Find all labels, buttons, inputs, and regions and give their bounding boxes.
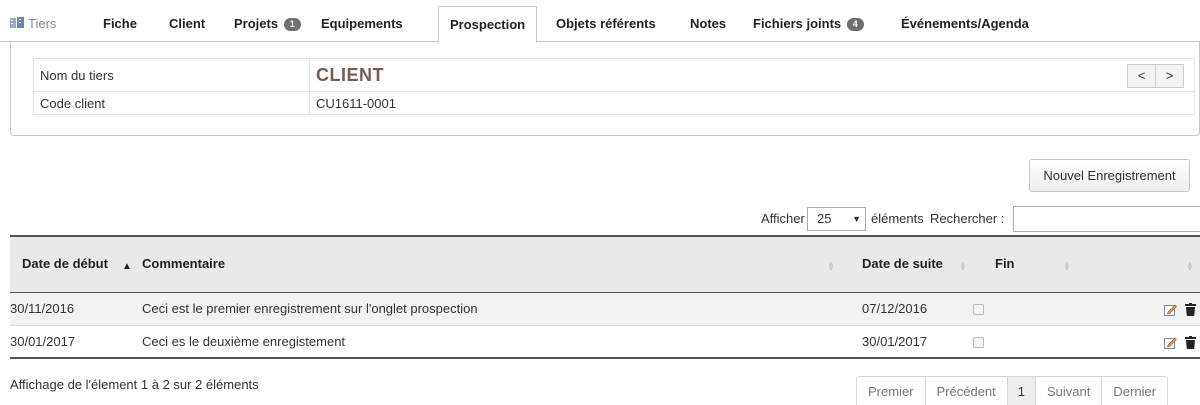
tab-label: Fichiers joints: [753, 16, 842, 31]
thirdparty-info-panel: Nom du tiers CLIENT < > Code client CU16…: [10, 42, 1200, 136]
done-cell: [973, 292, 1082, 326]
next-date-cell: 07/12/2016: [834, 292, 973, 326]
page-length-value: 25: [817, 211, 832, 226]
tab-prospection[interactable]: Prospection: [438, 6, 538, 43]
done-cell: [973, 325, 1082, 359]
col-label: Date de début: [22, 256, 108, 272]
current-page-button[interactable]: 1: [1006, 377, 1036, 405]
col-done[interactable]: Fin ▲ ▼: [973, 235, 1082, 293]
chevron-down-icon: ▼: [852, 214, 861, 224]
tab-label: Objets référents: [556, 16, 656, 31]
items-label: éléments: [871, 211, 924, 226]
table-header-row: Date de début ▲ Commentaire ▲ ▼ Date de …: [10, 235, 1200, 293]
name-label: Nom du tiers: [33, 58, 310, 92]
search-input[interactable]: [1013, 206, 1200, 232]
tab-objets-referents[interactable]: Objets référents: [556, 6, 656, 42]
table-row[interactable]: 30/11/2016 Ceci est le premier enregistr…: [10, 292, 1200, 326]
projets-count-badge: 1: [283, 18, 301, 31]
last-page-button[interactable]: Dernier: [1101, 377, 1168, 405]
tab-label: Equipements: [321, 16, 403, 31]
start-date-cell: 30/11/2016: [10, 292, 120, 326]
first-page-button[interactable]: Premier: [857, 377, 925, 405]
tab-label: Fiche: [103, 16, 137, 31]
next-record-button[interactable]: >: [1155, 64, 1184, 88]
col-actions[interactable]: ▲ ▼: [1082, 235, 1200, 293]
col-label: Commentaire: [142, 256, 226, 272]
tab-fiche[interactable]: Fiche: [103, 6, 137, 42]
sort-icon: ▼: [1186, 264, 1194, 273]
col-label: Fin: [995, 256, 1015, 272]
code-label: Code client: [33, 91, 310, 115]
trash-icon[interactable]: [1185, 335, 1196, 349]
tab-notes[interactable]: Notes: [690, 6, 726, 42]
col-comment[interactable]: Commentaire ▲ ▼: [120, 235, 835, 293]
edit-icon[interactable]: [1164, 336, 1178, 349]
tab-client[interactable]: Client: [169, 6, 205, 42]
actions-cell: [1082, 292, 1200, 326]
thirdparty-info-table: Nom du tiers CLIENT < > Code client CU16…: [33, 58, 1195, 115]
tab-fichiers-joints[interactable]: Fichiers joints 4: [753, 6, 864, 42]
next-date-cell: 30/01/2017: [834, 325, 973, 359]
previous-record-button[interactable]: <: [1127, 64, 1156, 88]
client-code: CU1611-0001: [309, 91, 1195, 115]
tab-bar: Tiers Fiche Client Projets 1 Equipements…: [0, 0, 1200, 43]
tab-label: Projets: [234, 16, 279, 31]
col-label: Date de suite: [862, 256, 943, 272]
tab-evenements-agenda[interactable]: Événements/Agenda: [901, 6, 1029, 42]
name-cell: CLIENT < >: [309, 58, 1195, 92]
comment-cell: Ceci est le premier enregistrement sur l…: [120, 292, 834, 326]
start-date-cell: 30/01/2017: [10, 325, 120, 359]
prospection-table: Date de début ▲ Commentaire ▲ ▼ Date de …: [10, 235, 1200, 359]
fichiers-count-badge: 4: [846, 18, 864, 31]
search-label: Rechercher :: [930, 211, 1005, 226]
done-checkbox[interactable]: [973, 304, 984, 316]
col-start-date[interactable]: Date de début ▲: [10, 235, 132, 293]
tab-label: Tiers: [28, 16, 57, 31]
show-label: Afficher: [761, 211, 805, 226]
tab-label: Événements/Agenda: [901, 16, 1029, 31]
tab-label: Notes: [690, 16, 727, 31]
next-page-button[interactable]: Suivant: [1035, 377, 1102, 405]
table-row[interactable]: 30/01/2017 Ceci es le deuxième enregiste…: [10, 325, 1200, 359]
page-length-select[interactable]: 25 ▼: [807, 207, 866, 231]
tab-label: Client: [169, 16, 206, 31]
record-nav: < >: [1127, 64, 1184, 88]
sort-icon: ▼: [1063, 264, 1071, 273]
col-next-date[interactable]: Date de suite ▲ ▼: [834, 235, 973, 293]
new-record-button[interactable]: Nouvel Enregistrement: [1029, 159, 1190, 192]
previous-page-button[interactable]: Précédent: [924, 377, 1007, 405]
done-checkbox[interactable]: [973, 336, 984, 348]
pagination: Premier Précédent 1 Suivant Dernier: [856, 376, 1169, 405]
comment-cell: Ceci es le deuxième enregistement: [120, 325, 834, 359]
trash-icon[interactable]: [1185, 303, 1196, 317]
actions-cell: [1082, 325, 1200, 359]
tab-equipements[interactable]: Equipements: [321, 6, 403, 42]
edit-icon[interactable]: [1164, 303, 1178, 317]
tiers-icon: [10, 17, 24, 28]
sort-icon: ▼: [959, 264, 967, 273]
table-info: Affichage de l'élement 1 à 2 sur 2 éléme…: [10, 377, 259, 392]
tab-projets[interactable]: Projets 1: [234, 6, 301, 42]
client-name: CLIENT: [316, 64, 384, 85]
tab-tiers[interactable]: Tiers: [10, 6, 56, 42]
tab-label: Prospection: [450, 17, 526, 32]
